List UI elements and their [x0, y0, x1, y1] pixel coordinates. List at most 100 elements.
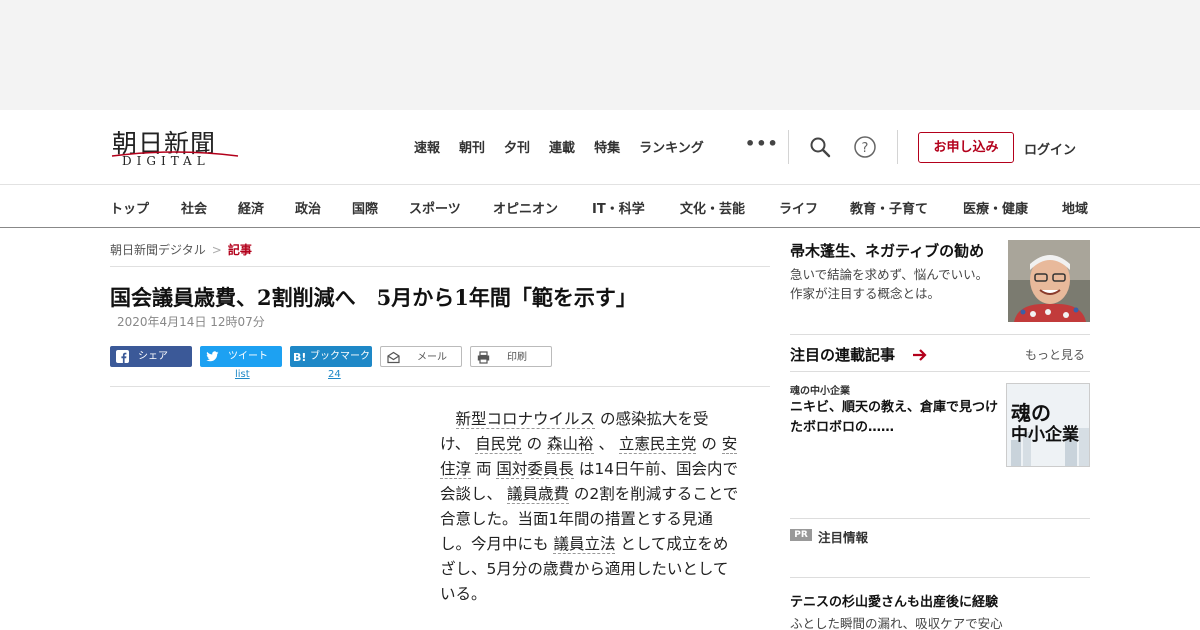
article-body-line: ざし、5月分の歳費から適用したいとして	[440, 557, 750, 582]
article-title: 国会議員歳費、2割削減へ 5月から1年間「範を示す」	[110, 285, 637, 310]
thumb-text-line1: 魂の	[1011, 401, 1051, 425]
print-button[interactable]: 印刷	[470, 346, 552, 367]
cat-item-society[interactable]: 社会	[181, 198, 207, 217]
feature-headline[interactable]: 帚木蓬生、ネガティブの勧め	[790, 240, 984, 261]
cat-item-top[interactable]: トップ	[110, 198, 149, 217]
cat-item-it-science[interactable]: IT・科学	[592, 198, 645, 217]
article-date: 2020年4月14日 12時07分	[117, 315, 265, 329]
twitter-share-button[interactable]: ツイート	[200, 346, 282, 367]
help-icon[interactable]: ?	[853, 135, 877, 159]
mail-share-button[interactable]: メール	[380, 346, 462, 367]
cat-item-life[interactable]: ライフ	[779, 198, 818, 217]
body-text: の	[521, 435, 548, 453]
body-text	[440, 410, 456, 428]
keyword-link[interactable]: 安	[721, 435, 738, 454]
article-body-line: 合意した。当面1年間の措置とする見通	[440, 507, 750, 532]
twitter-share-label: ツイート	[228, 351, 268, 362]
keyword-link[interactable]: 議員立法	[553, 535, 616, 554]
hatena-bookmark-icon: B!	[293, 351, 306, 363]
series-kicker[interactable]: 魂の中小企業	[790, 382, 850, 397]
divider	[790, 334, 1090, 335]
article-body: 新型コロナウイルス の感染拡大を受 け、 自民党 の 森山裕 、 立憲民主党 の …	[440, 407, 750, 607]
subscribe-button[interactable]: お申し込み	[918, 132, 1014, 163]
gnav-item-tokushuu[interactable]: 特集	[594, 137, 620, 156]
cat-item-international[interactable]: 国際	[352, 198, 378, 217]
logo-latin: DIGITAL	[122, 154, 210, 168]
pr-section-label: 注目情報	[818, 530, 869, 545]
cat-item-health[interactable]: 医療・健康	[963, 198, 1028, 217]
gnav-item-choukan[interactable]: 朝刊	[459, 137, 485, 156]
asahi-digital-logo[interactable]: 朝日新聞 DIGITAL	[110, 124, 240, 170]
mail-share-label: メール	[417, 352, 447, 363]
pr-headline[interactable]: テニスの杉山愛さんも出産後に経験	[790, 591, 998, 610]
divider	[110, 386, 770, 387]
divider	[790, 577, 1090, 578]
divider	[790, 371, 1090, 372]
cat-item-culture[interactable]: 文化・芸能	[680, 198, 745, 217]
body-text: の2割を削減することで	[568, 485, 739, 503]
global-nav: 速報 朝刊 夕刊 連載 特集 ランキング	[414, 137, 723, 156]
cat-item-education[interactable]: 教育・子育て	[850, 198, 928, 217]
more-link[interactable]: もっと見る	[1025, 346, 1085, 363]
cat-item-opinion[interactable]: オピニオン	[493, 198, 558, 217]
keyword-link[interactable]: 立憲民主党	[618, 435, 697, 454]
body-text: 会談し、	[440, 485, 507, 503]
feature-photo-thumbnail[interactable]	[1008, 240, 1090, 322]
series-heading[interactable]: 注目の連載記事	[790, 344, 895, 365]
site-header: 朝日新聞 DIGITAL 速報 朝刊 夕刊 連載 特集 ランキング ••• ? …	[0, 110, 1200, 185]
article-body-line: し。今月中にも 議員立法 として成立をめ	[440, 532, 750, 557]
series-headline[interactable]: ニキビ、順天の教え、倉庫で見つけたボロボロの……	[790, 398, 1002, 438]
gnav-item-yuukan[interactable]: 夕刊	[504, 137, 530, 156]
twitter-count[interactable]: list	[235, 369, 250, 380]
login-link[interactable]: ログイン	[1024, 139, 1076, 158]
cat-item-politics[interactable]: 政治	[295, 198, 321, 217]
category-nav: トップ 社会 経済 政治 国際 スポーツ オピニオン IT・科学 文化・芸能 ラ…	[0, 184, 1200, 228]
svg-text:B!: B!	[293, 351, 306, 363]
divider	[790, 518, 1090, 519]
cat-item-sports[interactable]: スポーツ	[409, 198, 461, 217]
keyword-link[interactable]: 国対委員長	[496, 460, 574, 479]
breadcrumb-current: 記事	[227, 243, 252, 257]
print-label: 印刷	[507, 352, 527, 363]
mail-icon	[387, 351, 400, 364]
feature-description: 急いで結論を求めず、悩んでいい。作家が注目する概念とは。	[790, 267, 989, 301]
keyword-link[interactable]: 森山裕	[547, 435, 594, 454]
divider	[110, 266, 770, 267]
article-body-line: 住淳 両 国対委員長 は14日午前、国会内で	[440, 457, 750, 482]
breadcrumb-home[interactable]: 朝日新聞デジタル	[110, 243, 206, 257]
gnav-item-ranking[interactable]: ランキング	[639, 137, 704, 156]
keyword-link[interactable]: 新型コロナウイルス	[455, 410, 596, 429]
breadcrumb: 朝日新聞デジタル > 記事	[110, 241, 252, 258]
pr-badge: PR	[790, 529, 812, 541]
keyword-link[interactable]: 議員歳費	[506, 485, 569, 504]
hatena-bookmark-label: ブックマーク	[310, 351, 370, 362]
printer-icon	[477, 351, 490, 364]
breadcrumb-separator: >	[211, 243, 222, 257]
pr-subtext[interactable]: ふとした瞬間の漏れ、吸収ケアで安心	[790, 613, 1003, 630]
facebook-share-label: シェア	[138, 351, 168, 362]
body-text: け、	[440, 435, 476, 453]
twitter-bird-icon	[206, 351, 219, 362]
keyword-link[interactable]: 自民党	[475, 435, 522, 454]
gnav-item-rensai[interactable]: 連載	[549, 137, 575, 156]
article-body-line: いる。	[440, 582, 750, 607]
facebook-share-button[interactable]: シェア	[110, 346, 192, 367]
hatena-count[interactable]: 24	[328, 369, 341, 380]
hatena-bookmark-button[interactable]: B! ブックマーク	[290, 346, 372, 367]
gnav-item-sokuhou[interactable]: 速報	[414, 137, 440, 156]
article-body-line: 新型コロナウイルス の感染拡大を受	[440, 407, 750, 432]
article-body-line: 会談し、 議員歳費 の2割を削減することで	[440, 482, 750, 507]
more-menu-icon[interactable]: •••	[745, 134, 779, 153]
body-text: 、	[593, 435, 619, 453]
body-text: の	[696, 435, 722, 453]
cat-item-region[interactable]: 地域	[1062, 198, 1088, 217]
svg-text:?: ?	[862, 141, 869, 156]
arrow-right-icon	[913, 349, 927, 361]
keyword-link[interactable]: 住淳	[440, 460, 472, 479]
cat-item-economy[interactable]: 経済	[238, 198, 264, 217]
facebook-icon	[116, 350, 129, 363]
header-divider	[788, 130, 789, 164]
search-icon[interactable]	[808, 135, 832, 159]
series-thumbnail[interactable]: 魂の 中小企業	[1006, 383, 1090, 467]
body-text: として成立をめ	[615, 535, 729, 553]
